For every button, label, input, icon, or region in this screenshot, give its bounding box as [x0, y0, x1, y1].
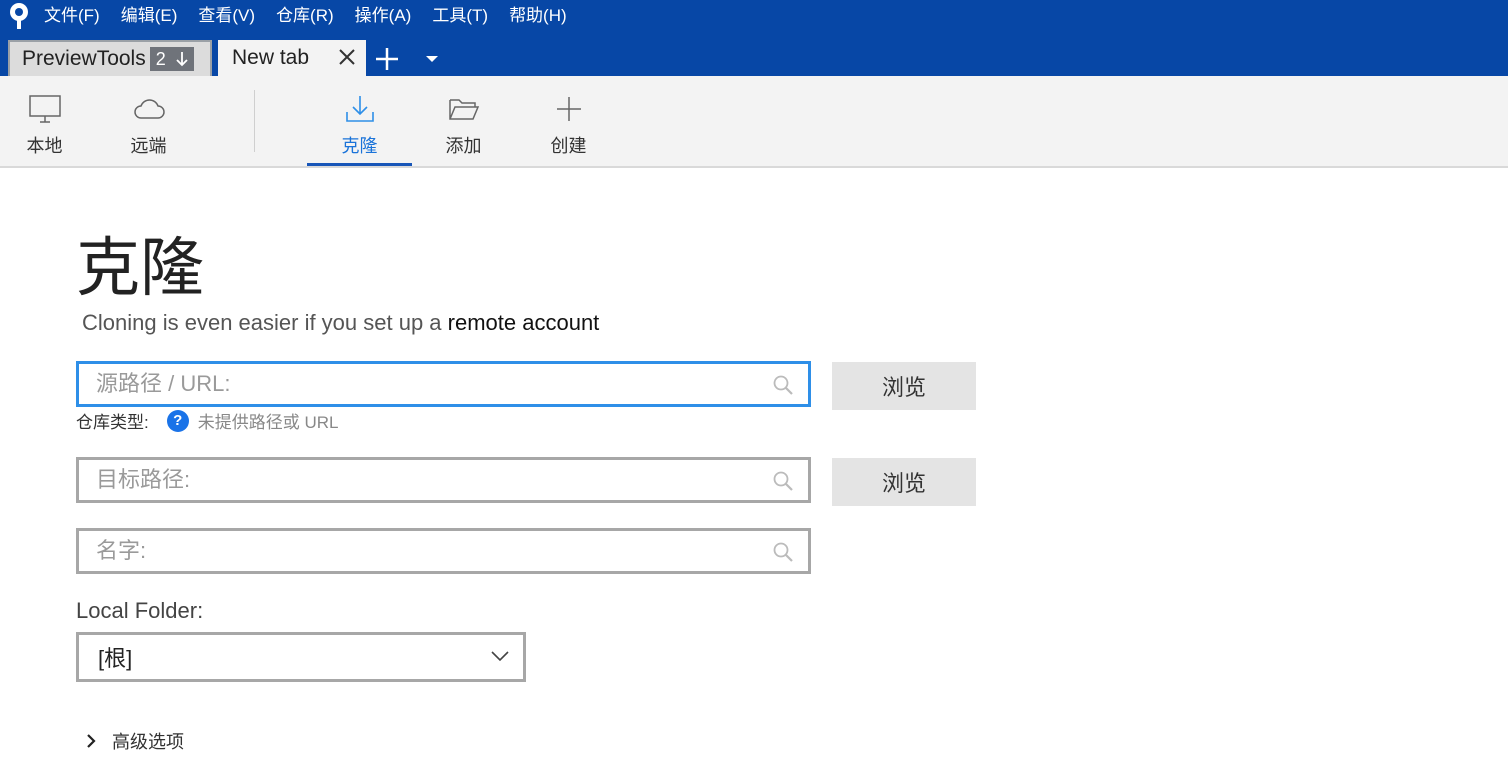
destination-path-input[interactable] [79, 467, 759, 493]
search-icon [773, 471, 793, 491]
chevron-down-icon [491, 651, 509, 662]
browse-destination-button[interactable]: 浏览 [832, 458, 976, 506]
repo-type-row: 仓库类型: ? 未提供路径或 URL [76, 408, 338, 433]
toolbar-remote-label: 远端 [130, 136, 167, 156]
repo-type-hint: 未提供路径或 URL [197, 413, 339, 432]
toolbar-local-button[interactable]: 本地 [0, 76, 97, 166]
toolbar-clone-button[interactable]: 克隆 [307, 76, 412, 166]
toolbar: 本地 远端 克隆 添加 创建 [0, 76, 1508, 168]
local-folder-value: [根] [98, 646, 133, 671]
menu-bar: 文件(F) 编辑(E) 查看(V) 仓库(R) 操作(A) 工具(T) 帮助(H… [0, 0, 1508, 32]
menu-help[interactable]: 帮助(H) [509, 0, 567, 32]
plus-icon [552, 94, 586, 124]
toolbar-create-button[interactable]: 创建 [516, 76, 621, 166]
name-input[interactable] [79, 538, 759, 564]
menu-file[interactable]: 文件(F) [44, 0, 100, 32]
close-icon[interactable] [336, 46, 358, 68]
browse-source-button[interactable]: 浏览 [832, 362, 976, 410]
toolbar-clone-label: 克隆 [341, 136, 378, 156]
toolbar-add-button[interactable]: 添加 [411, 76, 516, 166]
remote-account-link[interactable]: remote account [448, 310, 600, 335]
menu-edit[interactable]: 编辑(E) [121, 0, 178, 32]
pull-count-badge: 2 [149, 47, 194, 71]
toolbar-remote-button[interactable]: 远端 [96, 76, 201, 166]
help-icon[interactable]: ? [166, 409, 189, 432]
folder-open-icon [447, 94, 481, 124]
page-title: 克隆 [76, 232, 204, 304]
menu-repository[interactable]: 仓库(R) [276, 0, 334, 32]
search-icon [773, 375, 793, 395]
tab-strip: PreviewTools 2 New tab [0, 32, 1508, 76]
subtitle: Cloning is even easier if you set up a r… [82, 310, 599, 336]
cloud-icon [132, 94, 166, 124]
badge-count: 2 [155, 48, 166, 69]
sourcetree-logo-icon[interactable] [7, 2, 31, 30]
destination-path-field [76, 457, 811, 503]
name-field [76, 528, 811, 574]
tab-new-tab[interactable]: New tab [218, 40, 366, 76]
caret-down-icon[interactable] [422, 52, 442, 66]
arrow-down-icon [176, 52, 188, 67]
toolbar-create-label: 创建 [550, 136, 587, 156]
menu-tools[interactable]: 工具(T) [432, 0, 488, 32]
source-url-input[interactable] [79, 371, 759, 397]
source-url-field [76, 361, 811, 407]
toolbar-add-label: 添加 [445, 136, 482, 156]
chevron-right-icon [87, 734, 96, 748]
toolbar-local-label: 本地 [26, 136, 63, 156]
tab-label: New tab [232, 46, 310, 69]
local-folder-select[interactable]: [根] [76, 632, 526, 682]
advanced-options-label: 高级选项 [112, 732, 184, 752]
add-tab-icon[interactable] [372, 44, 402, 74]
repo-type-label: 仓库类型: [76, 413, 149, 432]
tab-previewtools[interactable]: PreviewTools 2 [8, 40, 212, 76]
subtitle-text: Cloning is even easier if you set up a [82, 310, 448, 335]
menu-view[interactable]: 查看(V) [198, 0, 255, 32]
clone-download-icon [343, 94, 377, 124]
menu-actions[interactable]: 操作(A) [355, 0, 412, 32]
search-icon [773, 542, 793, 562]
monitor-icon [28, 94, 62, 124]
toolbar-divider [254, 90, 255, 152]
tab-label: PreviewTools [22, 47, 146, 70]
local-folder-label: Local Folder: [76, 598, 204, 623]
advanced-options-toggle[interactable]: 高级选项 [84, 728, 184, 754]
